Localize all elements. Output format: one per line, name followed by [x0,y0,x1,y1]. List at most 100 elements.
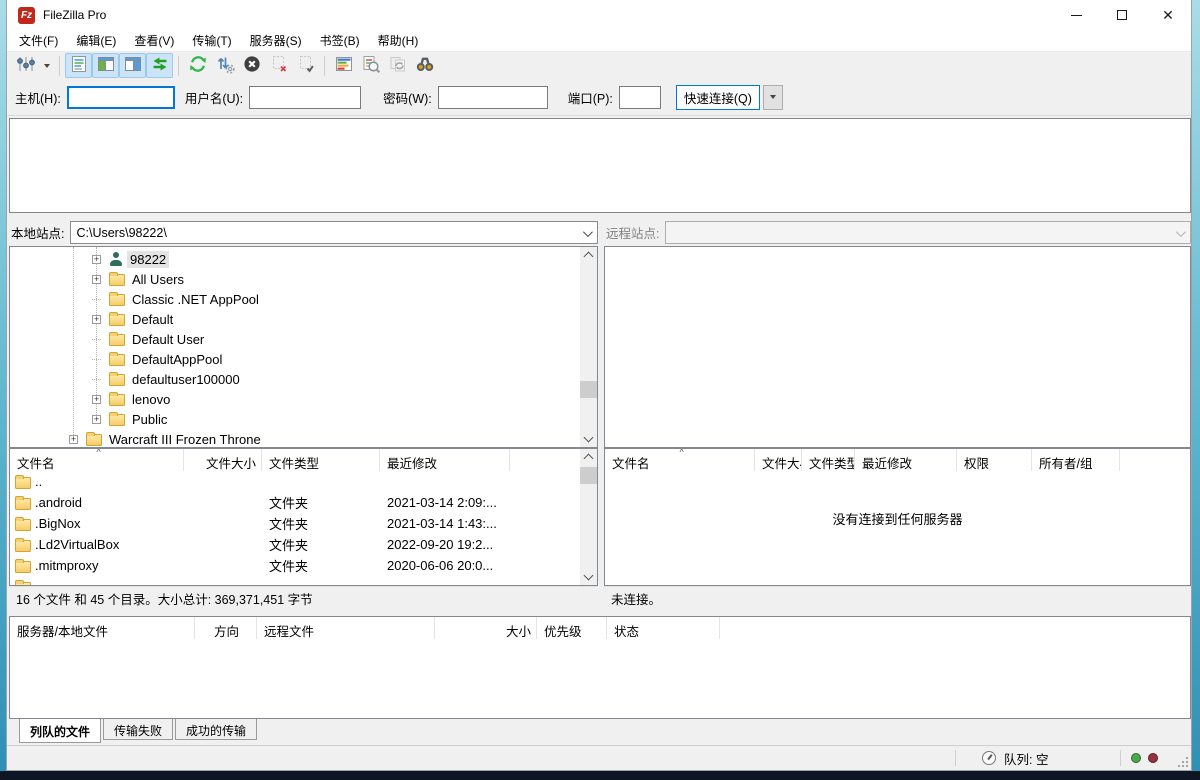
tree-item[interactable]: +All Users [10,269,580,289]
column-header-1[interactable]: 文件名^ [10,449,184,471]
queue-tab-1[interactable]: 列队的文件 [19,719,101,743]
column-header-3[interactable]: 远程文件 [257,617,435,639]
username-input[interactable] [249,86,361,109]
menu-item-2[interactable]: 编辑(E) [67,29,125,52]
file-row[interactable]: .Ld2VirtualBox文件夹2022-09-20 19:2... [10,534,597,555]
scrollbar-thumb[interactable] [580,467,597,484]
tree-item[interactable]: Classic .NET AppPool [10,289,580,309]
expand-toggle[interactable]: + [92,255,101,264]
folder-icon [15,582,31,587]
scrollbar-thumb[interactable] [580,381,597,398]
port-label: 端口(P): [568,88,613,107]
cancel-icon [242,54,262,77]
reconnect-button[interactable] [292,53,319,78]
column-header-2[interactable]: 文件大小 [184,449,262,471]
host-input[interactable] [67,86,175,109]
column-header-4[interactable]: 最近修改 [855,449,957,471]
tree-item-label: DefaultAppPool [129,351,225,368]
tree-item[interactable]: +Default [10,309,580,329]
tree-item[interactable]: +Public [10,409,580,429]
tree-item[interactable]: +lenovo [10,389,580,409]
column-header-4[interactable]: 最近修改 [380,449,510,471]
toggle-transfer-queue-button[interactable] [146,53,173,78]
site-manager-button[interactable] [12,53,39,78]
local-list-scrollbar[interactable] [580,449,597,585]
folder-icon [109,334,125,346]
column-header-4[interactable]: 大小 [435,617,537,639]
column-header-3[interactable]: 文件类型 [262,449,380,471]
minimize-button[interactable] [1053,0,1099,30]
tree-item[interactable]: Default User [10,329,580,349]
synchronized-browsing-button[interactable] [384,53,411,78]
expand-toggle[interactable]: + [92,275,101,284]
file-row[interactable]: .android文件夹2021-03-14 2:09:... [10,492,597,513]
toolbar-separator [324,56,325,76]
column-header-2[interactable]: 方向 [195,617,257,639]
menu-item-6[interactable]: 书签(B) [311,29,369,52]
menu-item-7[interactable]: 帮助(H) [369,29,428,52]
tree-items: +98222+All UsersClassic .NET AppPool+Def… [10,249,580,448]
folder-icon [109,274,125,286]
expand-toggle[interactable]: + [69,435,78,444]
tree-item[interactable]: +98222 [10,249,580,269]
file-row[interactable] [10,576,597,586]
username-label: 用户名(U): [185,88,243,107]
local-path-combobox[interactable]: C:\Users\98222\ [70,221,598,244]
search-files-button[interactable] [411,53,438,78]
tree-item[interactable]: defaultuser100000 [10,369,580,389]
file-row[interactable]: .mitmproxy文件夹2020-06-06 20:0... [10,555,597,576]
toggle-local-tree-button[interactable] [92,53,119,78]
file-type-cell: 文件夹 [262,514,380,533]
chevron-down-icon [583,227,593,237]
column-header-3[interactable]: 文件类型 [802,449,855,471]
quickconnect-dropdown-button[interactable] [763,85,783,110]
column-header-6[interactable]: 所有者/组 [1032,449,1120,471]
column-header-1[interactable]: 文件名^ [605,449,755,471]
folder-icon [86,434,102,446]
column-header-1[interactable]: 服务器/本地文件 [10,617,195,639]
local-pane: 本地站点: C:\Users\98222\ +98222+All UsersCl… [9,219,598,609]
toggle-remote-tree-button[interactable] [119,53,146,78]
cancel-operation-button[interactable] [238,53,265,78]
tree-item[interactable]: +Warcraft III Frozen Throne [10,429,580,448]
queue-status-text: 队列: 空 [1004,749,1048,768]
menu-item-4[interactable]: 传输(T) [183,29,240,52]
message-log[interactable] [9,118,1191,213]
toolbar-separator [178,56,179,76]
process-queue-button[interactable] [211,53,238,78]
filename-filters-button[interactable] [330,53,357,78]
search-icon [415,54,435,77]
folder-icon [109,414,125,426]
desktop-taskbar-edge [0,771,1200,780]
disconnect-button[interactable] [265,53,292,78]
column-header-5[interactable]: 优先级 [537,617,607,639]
tree-item[interactable]: DefaultAppPool [10,349,580,369]
queue-tab-3[interactable]: 成功的传输 [175,719,257,740]
refresh-button[interactable] [184,53,211,78]
column-header-2[interactable]: 文件大小 [755,449,802,471]
expand-toggle[interactable]: + [92,395,101,404]
column-header-6[interactable]: 状态 [607,617,720,639]
file-row[interactable]: .. [10,471,597,492]
expand-toggle[interactable]: + [92,415,101,424]
menu-item-5[interactable]: 服务器(S) [241,29,311,52]
column-header-5[interactable]: 权限 [957,449,1032,471]
close-button[interactable]: ✕ [1145,0,1191,30]
queue-tab-2[interactable]: 传输失败 [103,719,173,740]
password-input[interactable] [438,86,548,109]
expand-toggle[interactable]: + [92,315,101,324]
quickconnect-button[interactable]: 快速连接(Q) [676,85,760,110]
toggle-message-log-button[interactable] [65,53,92,78]
menu-item-1[interactable]: 文件(F) [10,29,67,52]
directory-comparison-button[interactable] [357,53,384,78]
resize-grip[interactable] [1178,757,1188,767]
file-modified-cell: 2021-03-14 2:09:... [380,495,510,510]
maximize-button[interactable] [1099,0,1145,30]
file-row[interactable]: .BigNox文件夹2021-03-14 1:43:... [10,513,597,534]
sort-ascending-icon: ^ [680,449,684,457]
tree-scrollbar[interactable] [580,247,597,447]
menu-item-3[interactable]: 查看(V) [125,29,183,52]
site-manager-dropdown-button[interactable] [39,53,54,78]
file-name-cell: .. [10,474,184,489]
port-input[interactable] [619,86,661,109]
